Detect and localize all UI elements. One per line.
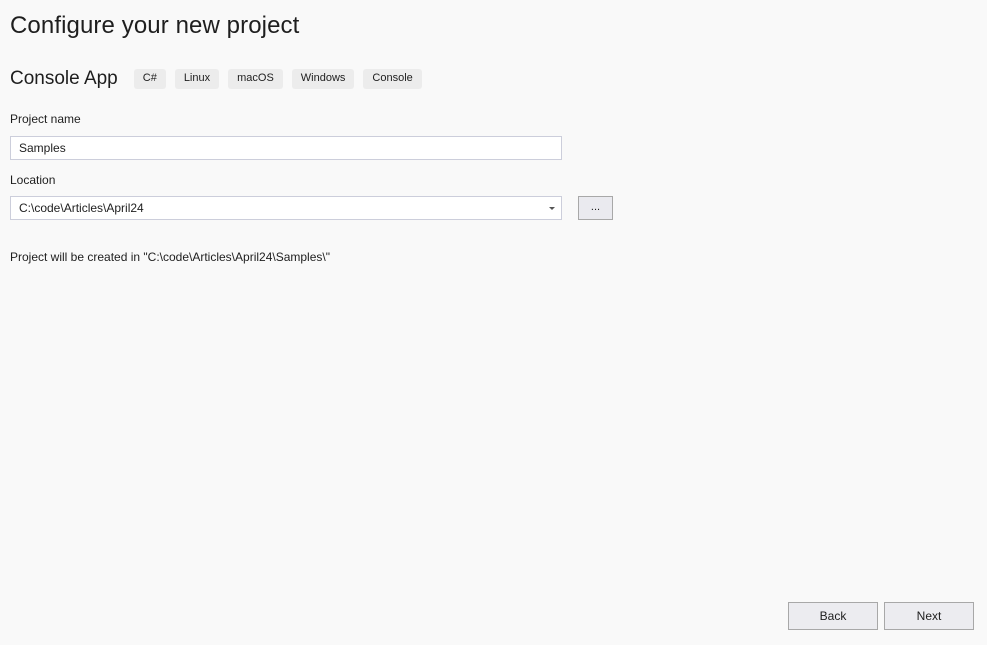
back-button[interactable]: Back <box>788 602 878 630</box>
project-name-label: Project name <box>10 112 81 126</box>
page-title: Configure your new project <box>10 12 300 39</box>
tag-platform-linux: Linux <box>174 69 220 89</box>
template-info: Console App C# Linux macOS Windows Conso… <box>10 68 431 90</box>
browse-location-button[interactable]: ... <box>578 196 613 220</box>
location-label: Location <box>10 173 56 187</box>
tag-platform-macos: macOS <box>228 69 283 89</box>
location-value[interactable]: C:\code\Articles\April24 <box>11 201 545 215</box>
project-name-input[interactable] <box>10 136 562 160</box>
tag-platform-windows: Windows <box>291 69 355 89</box>
next-button[interactable]: Next <box>884 602 974 630</box>
location-combobox[interactable]: C:\code\Articles\April24 <box>10 196 562 220</box>
tag-project-type: Console <box>363 69 422 89</box>
create-path-message: Project will be created in "C:\code\Arti… <box>10 250 330 264</box>
tag-language: C# <box>133 69 166 89</box>
template-name: Console App <box>10 68 118 89</box>
chevron-down-icon[interactable] <box>545 197 559 219</box>
